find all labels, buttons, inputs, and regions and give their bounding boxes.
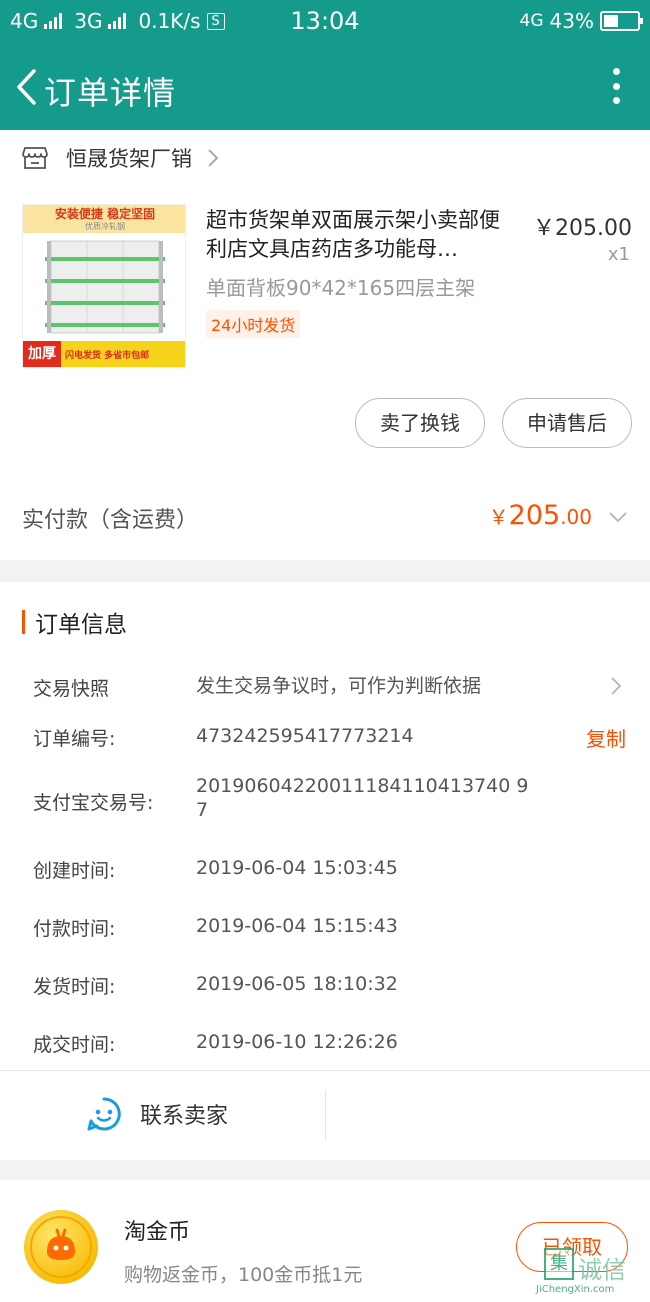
payment-label: 实付款（含运费） (22, 508, 199, 533)
image-thick-label: 加厚 (23, 341, 61, 367)
created-time-value: 2019-06-04 15:03:45 (196, 857, 398, 879)
amount-decimal: .00 (560, 505, 592, 529)
after-sale-button[interactable]: 申请售后 (502, 398, 632, 448)
payment-amount: ￥205.00 (489, 500, 592, 531)
product-card: 恒晟货架厂销 安装便捷 稳定坚固 优质冷轧钢 加厚 闪电发货 多省市包邮 超市货… (0, 130, 650, 560)
more-menu-icon[interactable] (612, 68, 620, 104)
divider (0, 1070, 650, 1071)
store-icon (22, 147, 48, 169)
network-label-3: 4G (519, 11, 544, 31)
shipped-time-value: 2019-06-05 18:10:32 (196, 973, 398, 995)
shipped-time-label: 发货时间: (33, 976, 116, 998)
contact-seller-button[interactable]: 联系卖家 (86, 1096, 228, 1132)
order-number-value: 473242595417773214 (196, 725, 414, 747)
status-right: 4G 43% (519, 9, 643, 33)
product-quantity: x1 (607, 244, 630, 265)
order-info-card: 订单信息 交易快照 发生交易争议时，可作为判断依据 订单编号: 47324259… (0, 582, 650, 1160)
image-banner-subtext: 优质冷轧钢 (85, 222, 125, 231)
product-image[interactable]: 安装便捷 稳定坚固 优质冷轧钢 加厚 闪电发货 多省市包邮 (22, 204, 186, 368)
completed-time-value: 2019-06-10 12:26:26 (196, 1031, 398, 1053)
image-banner: 安装便捷 稳定坚固 优质冷轧钢 (23, 205, 185, 233)
snapshot-label[interactable]: 交易快照 (33, 674, 109, 701)
back-arrow-icon[interactable] (14, 68, 42, 106)
sell-for-cash-button[interactable]: 卖了换钱 (355, 398, 485, 448)
gold-coin-icon (24, 1210, 98, 1284)
chevron-down-icon[interactable] (608, 510, 628, 524)
snapshot-value[interactable]: 发生交易争议时，可作为判断依据 (196, 674, 536, 698)
chevron-right-icon[interactable] (610, 676, 622, 696)
taobao-coins-card: 淘金币 购物返金币，100金币抵1元 已领取 集 诚信 JiChengXin.c… (0, 1180, 650, 1302)
product-price: ￥205.00 (533, 216, 632, 241)
status-bar: 4G 3G 0.1K/s S 13:04 4G 43% (0, 0, 650, 44)
section-title: 订单信息 (22, 608, 127, 638)
completed-time-label: 成交时间: (33, 1034, 116, 1056)
shop-name: 恒晟货架厂销 (66, 147, 192, 171)
image-footer-tag: 闪电发货 多省市包邮 (65, 350, 150, 361)
divider (325, 1090, 326, 1140)
watermark-text: 诚信 (578, 1256, 626, 1284)
paid-time-value: 2019-06-04 15:15:43 (196, 915, 398, 937)
shop-link[interactable]: 恒晟货架厂销 (22, 142, 220, 174)
shipping-badge: 24小时发货 (206, 310, 301, 338)
chat-face-icon (87, 1097, 121, 1131)
created-time-label: 创建时间: (33, 860, 116, 882)
product-spec: 单面背板90*42*165四层主架 (206, 276, 476, 300)
image-footer: 加厚 闪电发货 多省市包邮 (23, 341, 185, 367)
alipay-trade-label: 支付宝交易号: (33, 792, 154, 814)
watermark-box: 集 (544, 1248, 574, 1280)
watermark-url: JiChengXin.com (536, 1284, 615, 1295)
amount-integer: 205 (508, 500, 561, 531)
chevron-right-icon (208, 149, 219, 167)
shelf-illustration (45, 240, 165, 334)
nav-bar: 订单详情 (0, 44, 650, 130)
contact-seller-label: 联系卖家 (140, 1104, 229, 1129)
battery-icon (600, 11, 643, 31)
product-title[interactable]: 超市货架单双面展示架小卖部便利店文具店药店多功能母… (206, 206, 516, 264)
order-number-label: 订单编号: (33, 728, 116, 750)
battery-percent: 43% (549, 9, 594, 33)
copy-button[interactable]: 复制 (586, 723, 626, 752)
watermark-logo: 集 诚信 JiChengXin.com (526, 1248, 646, 1298)
page-title: 订单详情 (44, 74, 177, 112)
image-banner-text: 安装便捷 稳定坚固 (54, 207, 156, 221)
coins-title: 淘金币 (124, 1220, 191, 1245)
currency-symbol: ￥ (488, 505, 509, 529)
coins-subtitle: 购物返金币，100金币抵1元 (124, 1264, 363, 1286)
alipay-trade-value: 20190604220011184110413740 97 (196, 775, 529, 821)
paid-time-label: 付款时间: (33, 918, 116, 940)
